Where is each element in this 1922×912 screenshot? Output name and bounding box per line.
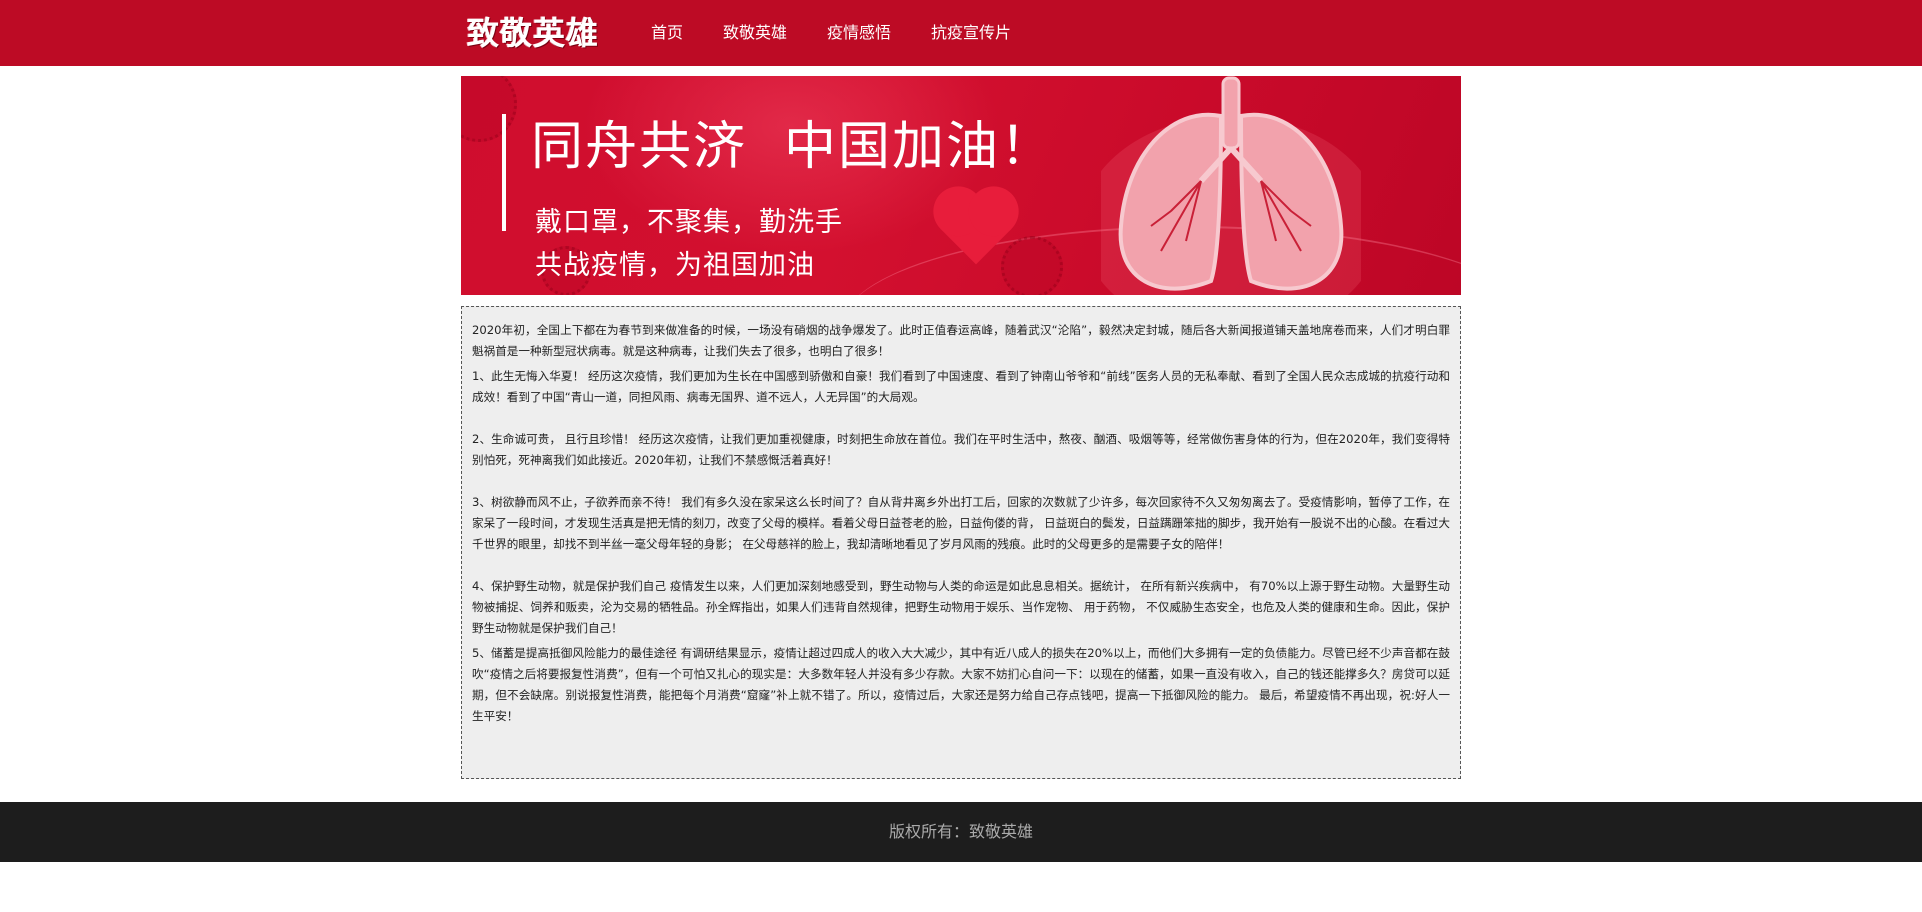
article-paragraph-1: 1、此生无悔入华夏！ 经历这次疫情，我们更加为生长在中国感到骄傲和自豪！我们看到… — [472, 369, 1450, 404]
article-paragraph-2: 2、生命诚可贵， 且行且珍惜！ 经历这次疫情，让我们更加重视健康，时刻把生命放在… — [472, 432, 1450, 467]
virus-icon — [461, 76, 517, 142]
nav-heroes[interactable]: 致敬英雄 — [723, 0, 787, 66]
nav-promo-video[interactable]: 抗疫宣传片 — [931, 0, 1011, 66]
banner-accent-bar — [502, 114, 506, 231]
site-logo[interactable]: 致敬英雄 — [467, 10, 599, 56]
article-paragraph-4: 4、保护野生动物，就是保护我们自己 疫情发生以来，人们更加深刻地感受到，野生动物… — [472, 579, 1450, 635]
article-paragraph-3: 3、树欲静而风不止，子欲养而亲不待！ 我们有多久没在家呆这么长时间了？自从背井离… — [472, 495, 1450, 551]
header-inner: 致敬英雄 首页 致敬英雄 疫情感悟 抗疫宣传片 — [461, 0, 1461, 66]
banner-slogan-2: 共战疫情，为祖国加油 — [535, 250, 815, 281]
hero-banner: 同舟共济 中国加油！ 戴口罩，不聚集，勤洗手 共战疫情，为祖国加油 — [461, 76, 1461, 295]
lungs-icon — [1101, 76, 1361, 295]
article-intro: 2020年初，全国上下都在为春节到来做准备的时候，一场没有硝烟的战争爆发了。此时… — [472, 323, 1450, 358]
article-paragraph-5: 5、储蓄是提高抵御风险能力的最佳途径 有调研结果显示，疫情让超过四成人的收入大大… — [472, 646, 1450, 723]
main-nav: 首页 致敬英雄 疫情感悟 抗疫宣传片 — [651, 0, 1051, 66]
site-footer: 版权所有：致敬英雄 — [0, 802, 1922, 862]
article-box: 2020年初，全国上下都在为春节到来做准备的时候，一场没有硝烟的战争爆发了。此时… — [461, 306, 1461, 779]
nav-home[interactable]: 首页 — [651, 0, 683, 66]
virus-icon — [1001, 236, 1063, 295]
site-header: 致敬英雄 首页 致敬英雄 疫情感悟 抗疫宣传片 — [0, 0, 1922, 66]
banner-title: 同舟共济 中国加油！ — [531, 117, 1055, 177]
nav-reflections[interactable]: 疫情感悟 — [827, 0, 891, 66]
banner-slogan-1: 戴口罩，不聚集，勤洗手 — [535, 207, 843, 238]
copyright-text: 版权所有：致敬英雄 — [888, 822, 1033, 841]
